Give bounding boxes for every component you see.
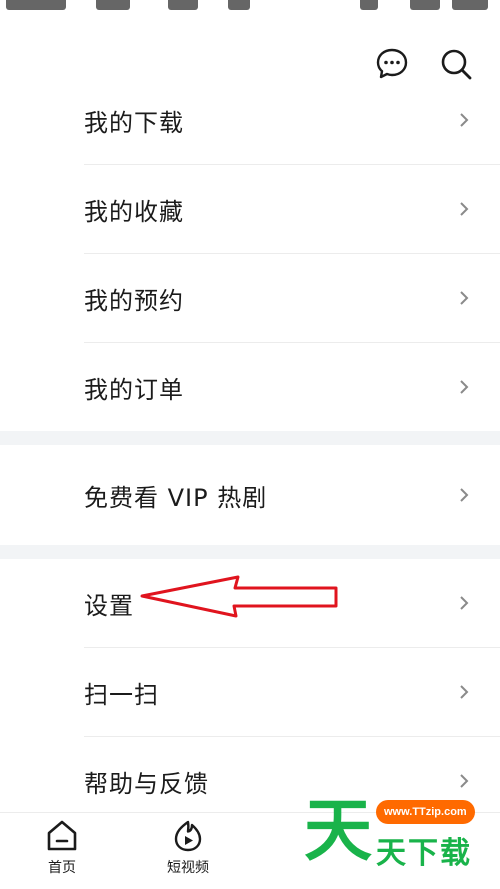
menu-item-label: 设置 [84,591,134,620]
menu-item-free-vip[interactable]: 免费看 VIP 热剧 [84,445,500,545]
menu-item-reservations[interactable]: 我的预约 [84,254,500,343]
home-icon [47,820,77,851]
chevron-right-icon [460,488,469,502]
menu-item-scan[interactable]: 扫一扫 [84,648,500,737]
tab-label: 短视频 [167,860,209,876]
section-divider [0,545,500,559]
tab-label: 首页 [48,860,76,876]
chevron-right-icon [460,202,469,216]
status-bar [0,0,500,36]
menu-item-label: 我的预约 [84,286,184,315]
menu-item-downloads[interactable]: 我的下载 [84,76,500,165]
chevron-right-icon [460,291,469,305]
chevron-right-icon [460,596,469,610]
menu-item-label: 免费看 VIP 热剧 [84,483,268,512]
chevron-right-icon [460,380,469,394]
tab-home[interactable]: 首页 [22,819,102,877]
menu-item-favorites[interactable]: 我的收藏 [84,165,500,254]
menu-item-label: 我的收藏 [84,197,184,226]
chevron-right-icon [460,113,469,127]
menu-item-label: 扫一扫 [84,680,159,709]
chevron-right-icon [460,774,469,788]
tab-short-video[interactable]: 短视频 [148,819,228,877]
menu-item-orders[interactable]: 我的订单 [84,343,500,431]
short-video-icon [174,820,202,852]
watermark-big-char: 天 [304,792,373,871]
menu-item-label: 我的订单 [84,375,184,404]
watermark-text: 天下载 [376,836,472,871]
menu-item-label: 帮助与反馈 [84,769,209,798]
watermark-logo: 天 www.TTzip.com 天下载 [300,792,500,882]
settings-menu: 我的下载 我的收藏 我的预约 我的订单 免费看 VIP 热剧 设置 扫一扫 帮助… [0,76,500,825]
chevron-right-icon [460,685,469,699]
menu-item-settings[interactable]: 设置 [84,559,500,648]
watermark-url: www.TTzip.com [376,800,475,824]
section-divider [0,431,500,445]
menu-item-label: 我的下载 [84,108,184,137]
